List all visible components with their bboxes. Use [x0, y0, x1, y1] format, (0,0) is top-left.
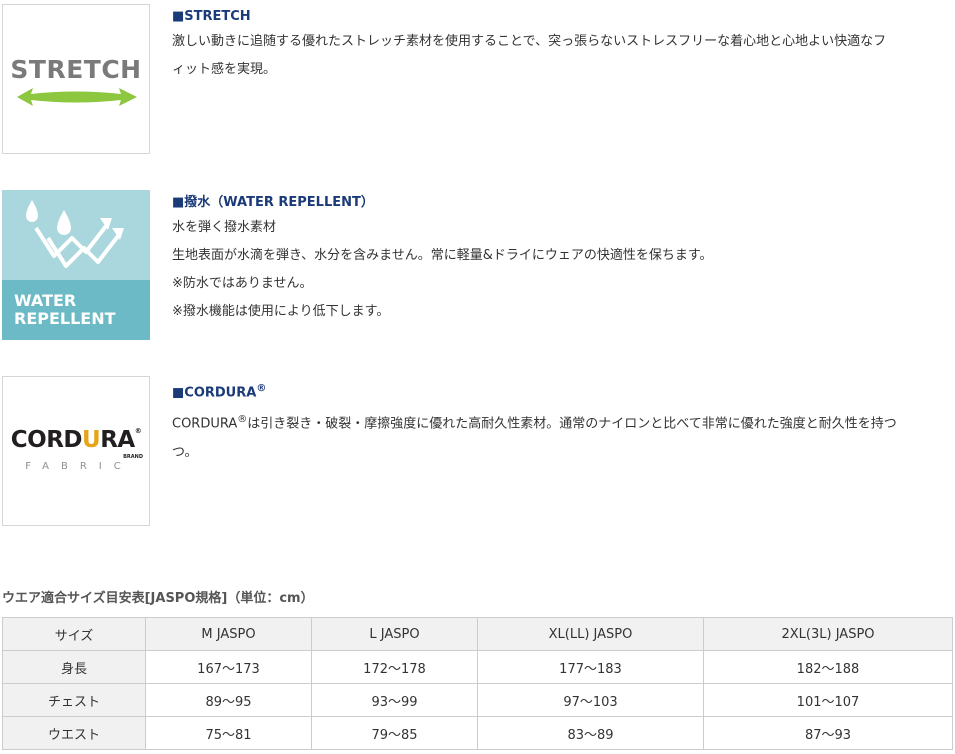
table-row: ウエスト 75～81 79～85 83～89 87～93 — [2, 716, 953, 750]
water-icon-bottom: WATER REPELLENT — [2, 280, 150, 340]
double-arrow-icon — [17, 88, 137, 106]
size-table-caption: ウエア適合サイズ目安表[JASPO規格]（単位：cm） — [2, 591, 314, 606]
stretch-line-1: 激しい動きに追随する優れたストレッチ素材を使用することで、突っ張らないストレスフ… — [172, 34, 887, 49]
size-table-header-xl: XL(LL) JASPO — [477, 617, 704, 651]
cordura-logo-brand: BRAND — [123, 454, 143, 460]
water-repellent-icon: WATER REPELLENT — [2, 190, 150, 340]
cordura-logo-start: CORD — [10, 427, 83, 453]
size-table-cell: 177～183 — [477, 650, 704, 684]
size-table-cell: 182～188 — [703, 650, 953, 684]
cordura-title-text: ■CORDURA — [172, 385, 257, 401]
water-icon-label-1: WATER — [14, 291, 77, 310]
cordura-line-2: つ。 — [172, 444, 198, 460]
size-table-cell: 79～85 — [311, 716, 478, 750]
water-repellent-title: ■撥水（WATER REPELLENT） — [172, 195, 374, 210]
cordura-line-rest: は引き裂き・破裂・摩擦強度に優れた高耐久性素材。通常のナイロンと比べて非常に優れ… — [247, 416, 897, 432]
stretch-title: ■STRETCH — [172, 9, 251, 24]
size-table-cell: 93～99 — [311, 683, 478, 717]
cordura-logo-word: CORDURA® — [3, 427, 149, 453]
cordura-line-prefix: CORDURA — [172, 416, 238, 432]
cordura-logo-end: RA — [100, 427, 135, 453]
cordura-fabric-logo: CORDURA® BRAND FABRIC — [2, 376, 150, 526]
table-row: チェスト 89～95 93～99 97～103 101～107 — [2, 683, 953, 717]
cordura-line-reg: ® — [237, 414, 248, 426]
size-table-cell: 167～173 — [145, 650, 312, 684]
size-table-cell: 87～93 — [703, 716, 953, 750]
stretch-icon: STRETCH — [2, 4, 150, 154]
size-table-cell: 83～89 — [477, 716, 704, 750]
size-table: サイズ M JASPO L JASPO XL(LL) JASPO 2XL(3L)… — [2, 617, 953, 750]
size-table-row-label: 身長 — [2, 650, 146, 684]
size-table-header-m: M JASPO — [145, 617, 312, 651]
water-drops-icon — [26, 200, 124, 268]
water-repellent-line-2: 生地表面が水滴を弾き、水分を含みません。常に軽量&ドライにウェアの快適性を保ちま… — [172, 248, 713, 263]
water-repellent-line-4: ※撥水機能は使用により低下します。 — [172, 304, 390, 319]
table-row: 身長 167～173 172～178 177～183 182～188 — [2, 650, 953, 684]
stretch-description: ■STRETCH 激しい動きに追随する優れたストレッチ素材を使用することで、突っ… — [172, 8, 947, 84]
size-table-header-2xl: 2XL(3L) JASPO — [703, 617, 953, 651]
size-table-cell: 75～81 — [145, 716, 312, 750]
size-table-row-label: ウエスト — [2, 716, 146, 750]
cordura-logo-reg: ® — [134, 427, 142, 435]
cordura-title: ■CORDURA® — [172, 380, 947, 402]
stretch-line-2: ィット感を実現。 — [172, 62, 277, 77]
size-table-header-l: L JASPO — [311, 617, 478, 651]
size-table-cell: 101～107 — [703, 683, 953, 717]
cordura-line-1: CORDURA®は引き裂き・破裂・摩擦強度に優れた高耐久性素材。通常のナイロンと… — [172, 406, 947, 438]
cordura-description: ■CORDURA® CORDURA®は引き裂き・破裂・摩擦強度に優れた高耐久性素… — [172, 380, 947, 467]
size-table-cell: 89～95 — [145, 683, 312, 717]
water-repellent-line-3: ※防水ではありません。 — [172, 276, 313, 291]
size-table-cell: 172～178 — [311, 650, 478, 684]
size-table-header-size: サイズ — [2, 617, 146, 651]
size-table-row-label: チェスト — [2, 683, 146, 717]
water-repellent-line-1: 水を弾く撥水素材 — [172, 220, 277, 235]
size-table-cell: 97～103 — [477, 683, 704, 717]
stretch-icon-label: STRETCH — [10, 55, 142, 84]
size-table-header-row: サイズ M JASPO L JASPO XL(LL) JASPO 2XL(3L)… — [2, 617, 953, 651]
water-repellent-description: ■撥水（WATER REPELLENT） 水を弾く撥水素材 生地表面が水滴を弾き… — [172, 194, 947, 326]
cordura-logo-fabric: FABRIC — [25, 461, 133, 472]
water-icon-top — [2, 190, 150, 280]
cordura-title-reg: ® — [256, 383, 267, 394]
water-icon-label-2: REPELLENT — [14, 309, 116, 328]
cordura-logo-accent: U — [82, 427, 101, 453]
